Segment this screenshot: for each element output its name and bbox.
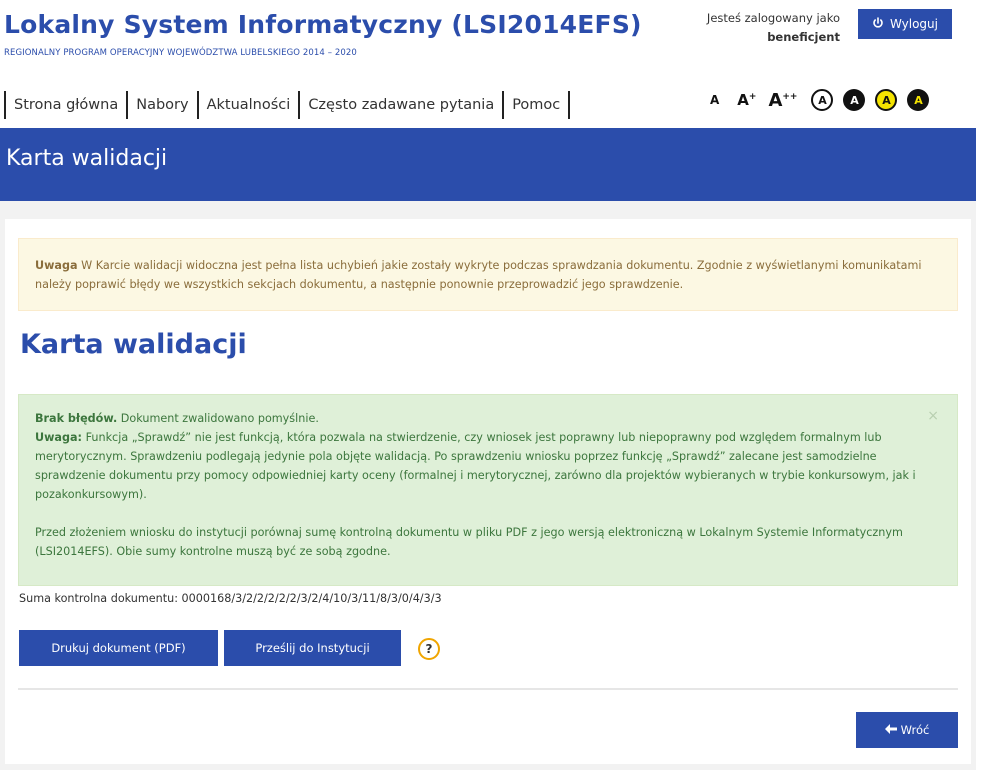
contrast-black-yellow-button[interactable]: A <box>907 89 930 111</box>
main-panel: Uwaga W Karcie walidacji widoczna jest p… <box>5 219 971 764</box>
font-size-medium-button[interactable]: A+ <box>737 91 756 109</box>
content-area: Uwaga W Karcie walidacji widoczna jest p… <box>0 201 976 770</box>
help-icon[interactable]: ? <box>418 638 440 660</box>
nav-divider <box>568 91 571 119</box>
divider <box>18 688 958 690</box>
warning-alert: Uwaga W Karcie walidacji widoczna jest p… <box>18 238 958 311</box>
success-alert: × Brak błędów. Dokument zwalidowano pomy… <box>18 394 958 586</box>
send-to-institution-button[interactable]: Prześlij do Instytucji <box>224 630 401 666</box>
header: Lokalny System Informatyczny (LSI2014EFS… <box>0 0 983 128</box>
success-line-3: Przed złożeniem wniosku do instytucji po… <box>35 526 903 558</box>
logout-label: Wyloguj <box>890 17 938 31</box>
nav-item-faq[interactable]: Często zadawane pytania <box>300 97 502 113</box>
arrow-left-icon <box>884 723 897 737</box>
app-subtitle: REGIONALNY PROGRAM OPERACYJNY WOJEWÓDZTW… <box>4 48 357 58</box>
close-icon[interactable]: × <box>927 407 939 426</box>
logged-in-label: Jesteś zalogowany jako <box>706 11 840 25</box>
back-button[interactable]: Wróć <box>856 712 958 748</box>
font-medium-sup: + <box>748 92 757 102</box>
accessibility-controls: A A+ A++ A A A A <box>710 89 930 111</box>
logout-button[interactable]: Wyloguj <box>858 9 952 39</box>
font-medium-letter: A <box>737 91 749 109</box>
main-nav: Strona główna Nabory Aktualności Często … <box>4 90 571 120</box>
app-title[interactable]: Lokalny System Informatyczny (LSI2014EFS… <box>4 10 642 39</box>
banner-title: Karta walidacji <box>6 146 168 171</box>
checksum-text: Suma kontrolna dokumentu: 0000168/3/2/2/… <box>19 592 442 605</box>
font-size-large-button[interactable]: A++ <box>768 90 797 111</box>
notice-bold: Uwaga: <box>35 431 83 444</box>
page-banner: Karta walidacji <box>0 128 976 201</box>
font-large-sup: ++ <box>782 91 798 102</box>
font-large-letter: A <box>768 89 783 111</box>
page-title: Karta walidacji <box>20 329 247 360</box>
warning-text: W Karcie walidacji widoczna jest pełna l… <box>35 259 922 291</box>
login-info: Jesteś zalogowany jako beneficjent <box>707 9 840 47</box>
contrast-yellow-black-button[interactable]: A <box>875 89 898 111</box>
success-line-1: Brak błędów. Dokument zwalidowano pomyśl… <box>35 409 941 428</box>
contrast-default-button[interactable]: A <box>811 89 834 111</box>
nav-item-home[interactable]: Strona główna <box>6 97 126 113</box>
notice-text: Funkcja „Sprawdź” nie jest funkcją, któr… <box>35 431 916 501</box>
nav-item-help[interactable]: Pomoc <box>504 97 568 113</box>
success-text: Dokument zwalidowano pomyślnie. <box>117 412 319 425</box>
contrast-black-white-button[interactable]: A <box>843 89 866 111</box>
nav-item-calls[interactable]: Nabory <box>128 97 196 113</box>
nav-item-news[interactable]: Aktualności <box>199 97 299 113</box>
font-size-normal-button[interactable]: A <box>710 93 719 107</box>
user-role: beneficjent <box>767 30 840 44</box>
power-icon <box>872 16 884 32</box>
print-pdf-button[interactable]: Drukuj dokument (PDF) <box>19 630 218 666</box>
success-bold: Brak błędów. <box>35 412 118 425</box>
warning-bold: Uwaga <box>35 259 78 272</box>
success-line-2: Uwaga: Funkcja „Sprawdź” nie jest funkcj… <box>35 428 941 504</box>
back-label: Wróć <box>900 723 930 737</box>
